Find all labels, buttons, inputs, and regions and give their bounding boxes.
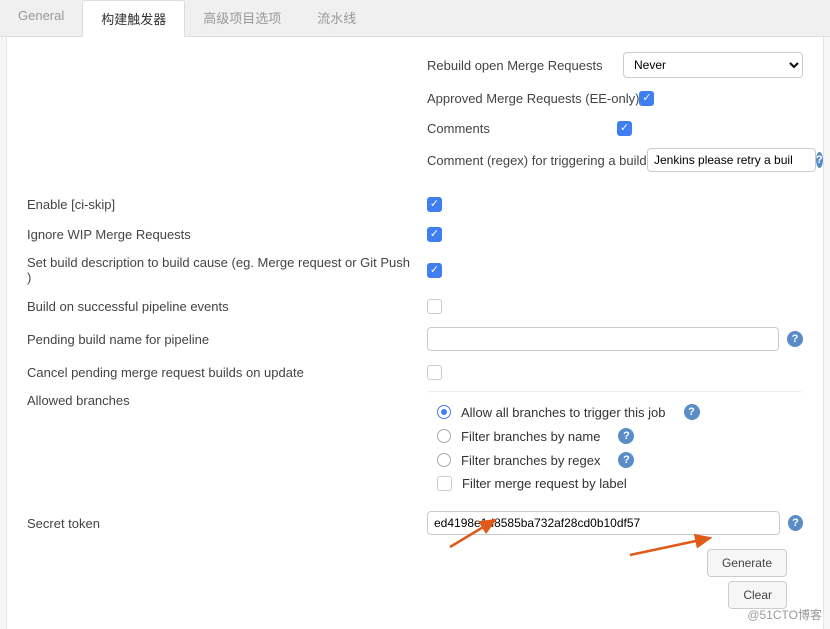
build-on-success-checkbox[interactable] xyxy=(427,299,442,314)
clear-button[interactable]: Clear xyxy=(728,581,787,609)
enable-ciskip-label: Enable [ci-skip] xyxy=(27,197,427,212)
generate-button[interactable]: Generate xyxy=(707,549,787,577)
help-icon[interactable]: ? xyxy=(787,331,803,347)
comment-regex-input[interactable] xyxy=(647,148,816,172)
secret-token-input[interactable] xyxy=(427,511,780,535)
tab-bar: General 构建触发器 高级项目选项 流水线 xyxy=(0,0,830,37)
watermark: @51CTO博客 xyxy=(747,606,822,623)
rebuild-open-mr-label: Rebuild open Merge Requests xyxy=(427,58,617,73)
config-panel: Rebuild open Merge Requests Never Approv… xyxy=(6,37,824,629)
enable-ciskip-checkbox[interactable]: ✓ xyxy=(427,197,442,212)
comment-regex-label: Comment (regex) for triggering a build xyxy=(427,153,647,168)
cancel-pending-label: Cancel pending merge request builds on u… xyxy=(27,365,427,380)
help-icon[interactable]: ? xyxy=(684,404,700,420)
build-on-success-label: Build on successful pipeline events xyxy=(27,299,427,314)
rebuild-open-mr-select[interactable]: Never xyxy=(623,52,803,78)
help-icon[interactable]: ? xyxy=(618,428,634,444)
pending-build-name-input[interactable] xyxy=(427,327,779,351)
allow-all-label: Allow all branches to trigger this job xyxy=(461,405,666,420)
tab-triggers[interactable]: 构建触发器 xyxy=(82,0,185,37)
approved-mr-label: Approved Merge Requests (EE-only) xyxy=(427,91,639,106)
tab-general[interactable]: General xyxy=(0,0,82,36)
ignore-wip-label: Ignore WIP Merge Requests xyxy=(27,227,427,242)
allowed-branches-label: Allowed branches xyxy=(27,393,427,408)
tab-pipeline[interactable]: 流水线 xyxy=(299,0,374,36)
help-icon[interactable]: ? xyxy=(618,452,634,468)
allow-all-radio[interactable] xyxy=(437,405,451,419)
filter-by-name-label: Filter branches by name xyxy=(461,429,600,444)
comments-checkbox[interactable]: ✓ xyxy=(617,121,632,136)
filter-by-label-label: Filter merge request by label xyxy=(462,476,627,491)
comments-label: Comments xyxy=(427,121,617,136)
set-desc-checkbox[interactable]: ✓ xyxy=(427,263,442,278)
filter-by-regex-radio[interactable] xyxy=(437,453,451,467)
approved-mr-checkbox[interactable]: ✓ xyxy=(639,91,654,106)
pending-build-name-label: Pending build name for pipeline xyxy=(27,332,427,347)
set-desc-label: Set build description to build cause (eg… xyxy=(27,255,427,285)
help-icon[interactable]: ? xyxy=(816,152,823,168)
help-icon[interactable]: ? xyxy=(788,515,803,531)
ignore-wip-checkbox[interactable]: ✓ xyxy=(427,227,442,242)
filter-by-label-checkbox[interactable] xyxy=(437,476,452,491)
tab-advanced[interactable]: 高级项目选项 xyxy=(185,0,299,36)
filter-by-name-radio[interactable] xyxy=(437,429,451,443)
allowed-branches-group: Allow all branches to trigger this job ?… xyxy=(427,391,803,495)
secret-token-label: Secret token xyxy=(27,516,427,531)
filter-by-regex-label: Filter branches by regex xyxy=(461,453,600,468)
cancel-pending-checkbox[interactable] xyxy=(427,365,442,380)
